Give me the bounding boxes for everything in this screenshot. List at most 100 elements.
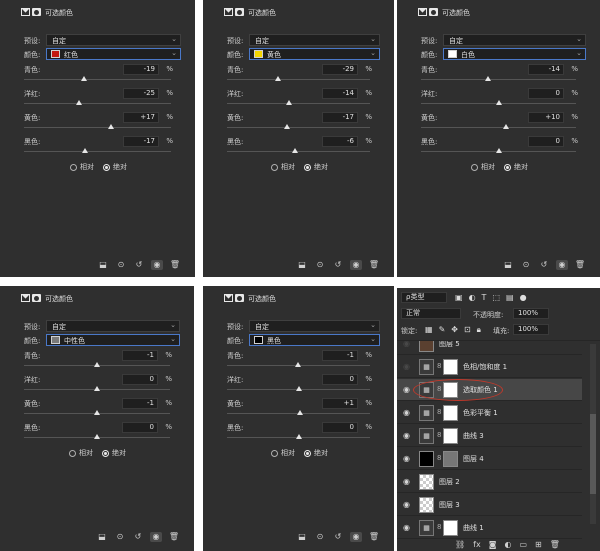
layer-row[interactable]: ◉ 图层 3 <box>397 494 582 516</box>
clip-to-layer-icon[interactable]: ⬓ <box>96 532 108 542</box>
view-previous-icon[interactable]: ⊙ <box>314 532 326 542</box>
slider-track[interactable] <box>227 127 370 128</box>
type-filter-icon[interactable]: T <box>482 293 487 302</box>
preset-dropdown[interactable]: 自定 ⌄ <box>46 320 180 332</box>
slider-thumb[interactable] <box>107 124 114 129</box>
slider-thumb[interactable] <box>93 410 100 415</box>
color-dropdown[interactable]: 黑色 ⌄ <box>249 334 380 346</box>
pixel-filter-icon[interactable]: ▣ <box>455 293 463 302</box>
trash-icon[interactable]: 🗑︎ <box>368 260 380 270</box>
slider-value-input[interactable]: 0 <box>528 136 564 147</box>
layer-row[interactable]: ◉ ▦ 8 选取颜色 1 <box>397 379 582 401</box>
slider-thumb[interactable] <box>285 100 292 105</box>
slider-track[interactable] <box>227 151 370 152</box>
slider-thumb[interactable] <box>275 76 282 81</box>
color-dropdown[interactable]: 白色 ⌄ <box>443 48 586 60</box>
slider-value-input[interactable]: +10 <box>528 112 564 123</box>
slider-thumb[interactable] <box>283 124 290 129</box>
mask-icon[interactable]: ◙ <box>489 540 497 549</box>
trash-icon[interactable]: 🗑︎ <box>169 260 181 270</box>
fx-icon[interactable]: fx <box>473 540 481 549</box>
clip-to-layer-icon[interactable]: ⬓ <box>502 260 514 270</box>
fill-input[interactable]: 100% <box>513 324 549 335</box>
mask-icon[interactable] <box>32 294 41 302</box>
adjustment-icon[interactable]: ◐ <box>504 540 511 549</box>
clip-to-layer-icon[interactable]: ⬓ <box>296 260 308 270</box>
view-previous-icon[interactable]: ⊙ <box>314 260 326 270</box>
slider-value-input[interactable]: -25 <box>123 88 159 99</box>
shape-filter-icon[interactable]: ⬚ <box>492 293 500 302</box>
absolute-radio[interactable]: 绝对 <box>103 162 127 172</box>
reset-icon[interactable]: ↺ <box>538 260 550 270</box>
eye-icon[interactable]: ◉ <box>403 500 410 509</box>
slider-thumb[interactable] <box>94 386 101 391</box>
folder-icon[interactable]: ▭ <box>519 540 527 549</box>
eye-icon[interactable]: ◉ <box>403 385 410 394</box>
color-dropdown[interactable]: 红色 ⌄ <box>46 48 181 60</box>
slider-thumb[interactable] <box>296 434 303 439</box>
relative-radio[interactable]: 相对 <box>271 162 295 172</box>
slider-value-input[interactable]: +1 <box>322 398 358 409</box>
absolute-radio[interactable]: 绝对 <box>304 448 328 458</box>
slider-thumb[interactable] <box>82 148 89 153</box>
visibility-eye-icon[interactable]: ◉ <box>350 260 362 270</box>
visibility-eye-icon[interactable]: ◉ <box>150 532 162 542</box>
blend-mode-dropdown[interactable]: 正常 <box>401 308 461 319</box>
layer-row[interactable]: ◉ ▦ 8 色相/饱和度 1 <box>397 356 582 378</box>
slider-value-input[interactable]: 0 <box>122 422 158 433</box>
trash-icon[interactable]: 🗑︎ <box>550 540 560 549</box>
preset-dropdown[interactable]: 自定 ⌄ <box>249 34 380 46</box>
slider-thumb[interactable] <box>93 362 100 367</box>
eye-icon[interactable]: ◉ <box>403 454 410 463</box>
trash-icon[interactable]: 🗑︎ <box>574 260 586 270</box>
eye-icon[interactable]: ◉ <box>403 362 410 371</box>
layer-row[interactable]: ◉ 图层 2 <box>397 471 582 493</box>
absolute-radio[interactable]: 绝对 <box>504 162 528 172</box>
slider-value-input[interactable]: -14 <box>322 88 358 99</box>
slider-value-input[interactable]: -17 <box>322 112 358 123</box>
lock-artboard-icon[interactable]: ⊡ <box>464 325 471 335</box>
reset-icon[interactable]: ↺ <box>133 260 145 270</box>
visibility-eye-icon[interactable]: ◉ <box>350 532 362 542</box>
layer-filter-dropdown[interactable]: ρ类型 <box>401 292 447 303</box>
reset-icon[interactable]: ↺ <box>332 532 344 542</box>
relative-radio[interactable]: 相对 <box>271 448 295 458</box>
slider-value-input[interactable]: -1 <box>122 398 158 409</box>
mask-icon[interactable] <box>235 8 244 16</box>
link-icon[interactable]: ⛓︎ <box>455 540 465 549</box>
slider-thumb[interactable] <box>484 76 491 81</box>
slider-thumb[interactable] <box>296 410 303 415</box>
layer-row[interactable]: ◉ ▦ 8 曲线 3 <box>397 425 582 447</box>
trash-icon[interactable]: 🗑︎ <box>168 532 180 542</box>
lock-all-icon[interactable]: 🔒︎ <box>477 325 481 335</box>
visibility-eye-icon[interactable]: ◉ <box>556 260 568 270</box>
slider-value-input[interactable]: -29 <box>322 64 358 75</box>
absolute-radio[interactable]: 绝对 <box>102 448 126 458</box>
relative-radio[interactable]: 相对 <box>69 448 93 458</box>
slider-value-input[interactable]: -1 <box>122 350 158 361</box>
adjustment-filter-icon[interactable]: ◐ <box>469 293 476 302</box>
color-dropdown[interactable]: 黄色 ⌄ <box>249 48 380 60</box>
slider-track[interactable] <box>227 79 370 80</box>
color-dropdown[interactable]: 中性色 ⌄ <box>46 334 180 346</box>
mask-icon[interactable] <box>32 8 41 16</box>
absolute-radio[interactable]: 绝对 <box>304 162 328 172</box>
slider-value-input[interactable]: 0 <box>322 374 358 385</box>
slider-value-input[interactable]: -6 <box>322 136 358 147</box>
slider-track[interactable] <box>421 127 576 128</box>
layer-row[interactable]: ◉ ▦ 8 色彩平衡 1 <box>397 402 582 424</box>
clip-to-layer-icon[interactable]: ⬓ <box>296 532 308 542</box>
eye-icon[interactable]: ◉ <box>403 477 410 486</box>
layers-scrollbar[interactable] <box>590 344 596 524</box>
lock-position-icon[interactable]: ✥ <box>451 325 458 335</box>
opacity-input[interactable]: 100% <box>513 308 549 319</box>
relative-radio[interactable]: 相对 <box>471 162 495 172</box>
slider-value-input[interactable]: 0 <box>322 422 358 433</box>
lock-transparent-icon[interactable]: ▦ <box>425 325 433 335</box>
preset-dropdown[interactable]: 自定 ⌄ <box>443 34 586 46</box>
slider-value-input[interactable]: 0 <box>122 374 158 385</box>
slider-track[interactable] <box>24 79 171 80</box>
slider-thumb[interactable] <box>495 100 502 105</box>
lock-image-icon[interactable]: ✎ <box>439 325 446 335</box>
slider-thumb[interactable] <box>295 362 302 367</box>
